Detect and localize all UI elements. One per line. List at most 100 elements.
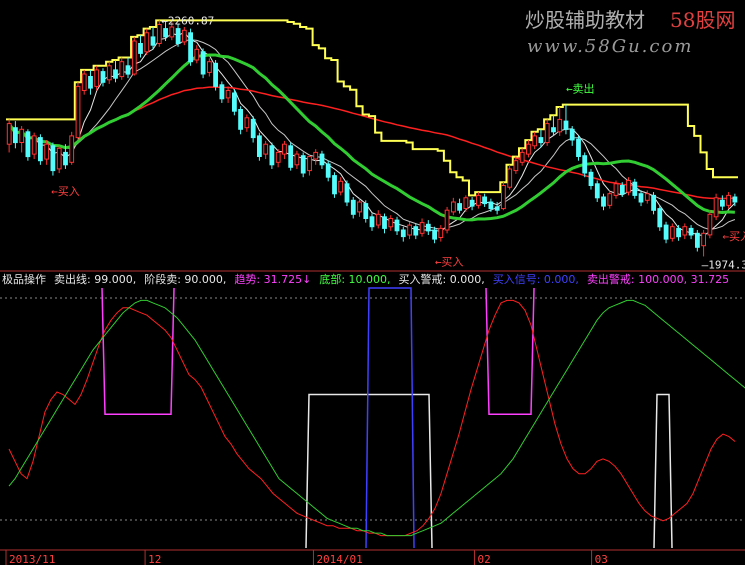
candle-body [313, 151, 319, 160]
candle-body [319, 153, 325, 166]
x-tick-label: 2013/11 [9, 553, 55, 565]
candle-body [238, 109, 243, 130]
candle-body [194, 48, 200, 61]
candle-body [707, 213, 713, 236]
candle-body [219, 84, 225, 100]
candle-body [476, 194, 481, 206]
chart-svg: ←2260.87 —1974.38 ←卖出 ←买入 ←买入 ←买入 炒股辅助教材 58股网… [0, 0, 745, 565]
candle-body [19, 128, 25, 144]
candle-body [657, 208, 663, 228]
x-tick-label: 2014/01 [316, 553, 362, 565]
annotation-buy2: ←买入 [435, 256, 464, 269]
candle [257, 132, 262, 161]
candle-body [695, 232, 700, 248]
candle-body [488, 201, 494, 210]
candle-body [594, 183, 600, 199]
candle [288, 142, 294, 171]
candle [576, 135, 581, 161]
candle-body [263, 143, 269, 155]
chart-stage: ←2260.87 —1974.38 ←卖出 ←买入 ←买入 ←买入 炒股辅助教材 58股网… [0, 0, 745, 565]
candle-body [438, 227, 444, 238]
candle-body [232, 92, 237, 112]
candle [213, 60, 218, 91]
candle-body [75, 85, 81, 139]
candle-body [181, 29, 187, 43]
candle-body [425, 223, 431, 232]
candle-body [644, 193, 650, 201]
candle-body [638, 193, 644, 203]
candle-body [720, 199, 725, 207]
header-trend: 趋势: 31.725↓ [234, 273, 311, 286]
candle-body [588, 171, 594, 187]
candle [444, 206, 450, 234]
candle-body [56, 147, 62, 170]
candle-body [463, 197, 469, 210]
candle-body [663, 224, 669, 240]
candle-body [513, 160, 519, 172]
candle-body [726, 194, 732, 206]
candle-body [569, 128, 575, 141]
indicator-header: 极品操作 卖出线: 99.000, 阶段卖: 90.000, 趋势: 31.725↓ 底… [2, 272, 729, 286]
candle-body [50, 145, 56, 172]
candle-body [732, 196, 738, 203]
candle-body [538, 137, 544, 144]
candle-body [169, 26, 175, 38]
candle-body [269, 145, 275, 166]
candle-body [701, 232, 707, 247]
candle [713, 193, 719, 221]
candle-body [676, 227, 682, 238]
candle-body [619, 185, 625, 195]
candle [188, 28, 193, 66]
candle [38, 134, 43, 165]
candle-body [626, 180, 631, 193]
candle-body [350, 199, 356, 215]
candle [582, 152, 588, 178]
candle [332, 172, 337, 198]
candle-body [388, 218, 394, 228]
candle-body [282, 143, 287, 155]
candle [200, 48, 206, 79]
candle-body [413, 226, 419, 236]
candle-body [419, 222, 425, 234]
candle-body [25, 131, 31, 158]
candle [707, 210, 713, 239]
header-stage_sell: 阶段卖: 90.000, [144, 272, 226, 286]
candle-body [88, 76, 93, 89]
candle-body [307, 156, 312, 172]
candle-body [63, 151, 68, 166]
candle-body [375, 213, 381, 226]
candle [81, 69, 87, 95]
candle-body [394, 219, 400, 232]
candle-body [382, 216, 387, 229]
candle-body [632, 181, 638, 196]
candle-body [501, 185, 506, 210]
annotation-buy1: ←买入 [51, 185, 80, 198]
candle-body [163, 28, 168, 38]
candle-body [294, 153, 300, 166]
candle-body [494, 206, 500, 211]
candle-body [601, 196, 606, 207]
candle [94, 65, 100, 91]
candle [232, 89, 237, 116]
candle-body [213, 62, 218, 87]
candle-body [250, 118, 256, 139]
candle [56, 145, 62, 174]
candle-body [144, 32, 150, 53]
annotation-buy3: ←买入 [722, 230, 745, 243]
candle-body [432, 229, 438, 240]
candle-body [94, 69, 100, 87]
candle-body [225, 90, 231, 99]
candle-body [131, 40, 137, 75]
candle-body [38, 137, 43, 162]
candle-body [200, 51, 206, 75]
watermark-title-prefix: 炒股辅助教材 [525, 8, 645, 32]
candle-body [100, 71, 106, 83]
watermark-title-brand: 58股网 [670, 8, 735, 32]
candle-body [669, 226, 675, 239]
candle-body [207, 61, 212, 73]
candle-body [31, 135, 37, 155]
candle-body [582, 155, 588, 174]
candle-body [325, 163, 331, 178]
x-tick-label: 03 [595, 553, 608, 565]
candle-body [338, 180, 344, 193]
